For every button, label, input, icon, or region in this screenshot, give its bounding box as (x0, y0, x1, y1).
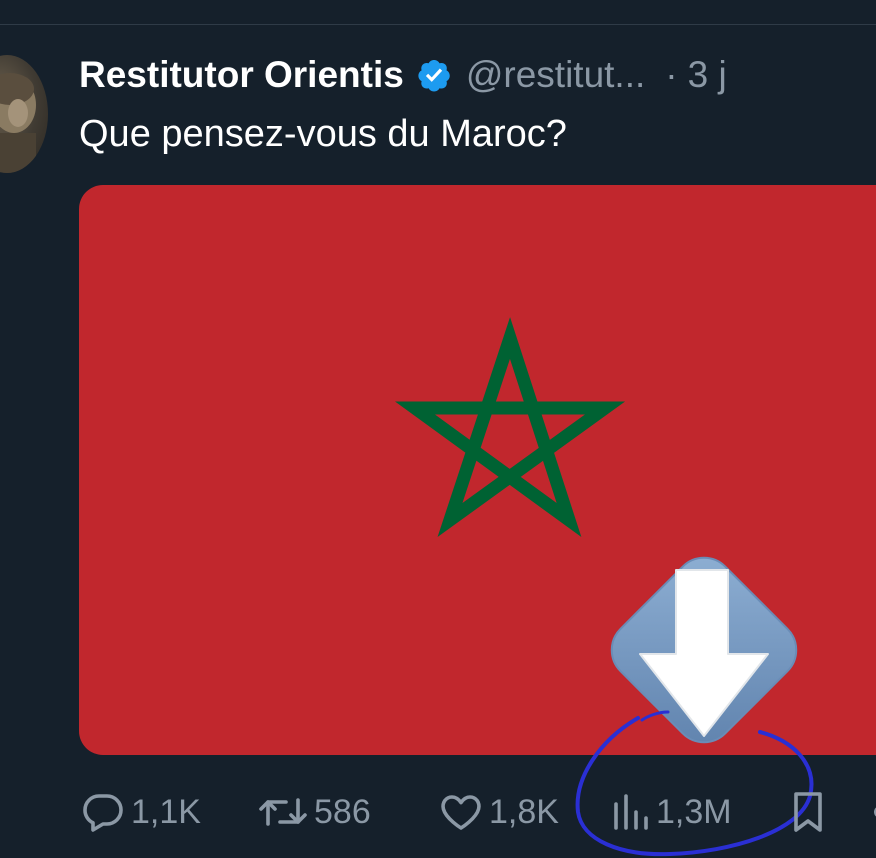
divider (0, 24, 876, 25)
avatar[interactable] (0, 55, 48, 173)
retweet-count: 586 (314, 792, 371, 831)
flag-star (395, 317, 626, 538)
reply-icon (83, 794, 123, 832)
like-button[interactable]: 1,8K (437, 786, 559, 838)
tweet-screen: Restitutor Orientis @restitut... · 3 j Q… (0, 0, 876, 858)
tweet-header: Restitutor Orientis @restitut... · 3 j (79, 52, 727, 98)
tweet-actions-bar: 1,1K 586 1,8K 1,3M (0, 786, 876, 838)
reply-count: 1,1K (131, 792, 201, 831)
author-name[interactable]: Restitutor Orientis (79, 54, 404, 96)
views-chart-icon (614, 794, 648, 830)
tweet-text: Que pensez-vous du Maroc? (79, 113, 567, 155)
bookmark-icon (794, 792, 822, 832)
timestamp[interactable]: 3 j (688, 54, 727, 96)
share-icon (874, 807, 876, 817)
dot-separator: · (665, 54, 678, 95)
like-count: 1,8K (489, 792, 559, 831)
retweet-button[interactable]: 586 (256, 786, 371, 838)
reply-button[interactable]: 1,1K (79, 786, 201, 838)
share-button[interactable] (868, 786, 876, 838)
retweet-icon (259, 798, 307, 826)
view-count: 1,3M (656, 792, 732, 831)
downvote-arrow-icon (582, 528, 826, 772)
heart-icon (441, 795, 481, 830)
bookmark-button[interactable] (788, 786, 828, 838)
author-handle[interactable]: @restitut... (466, 54, 645, 96)
verified-badge-icon (416, 57, 452, 93)
views-button[interactable]: 1,3M (608, 786, 732, 838)
